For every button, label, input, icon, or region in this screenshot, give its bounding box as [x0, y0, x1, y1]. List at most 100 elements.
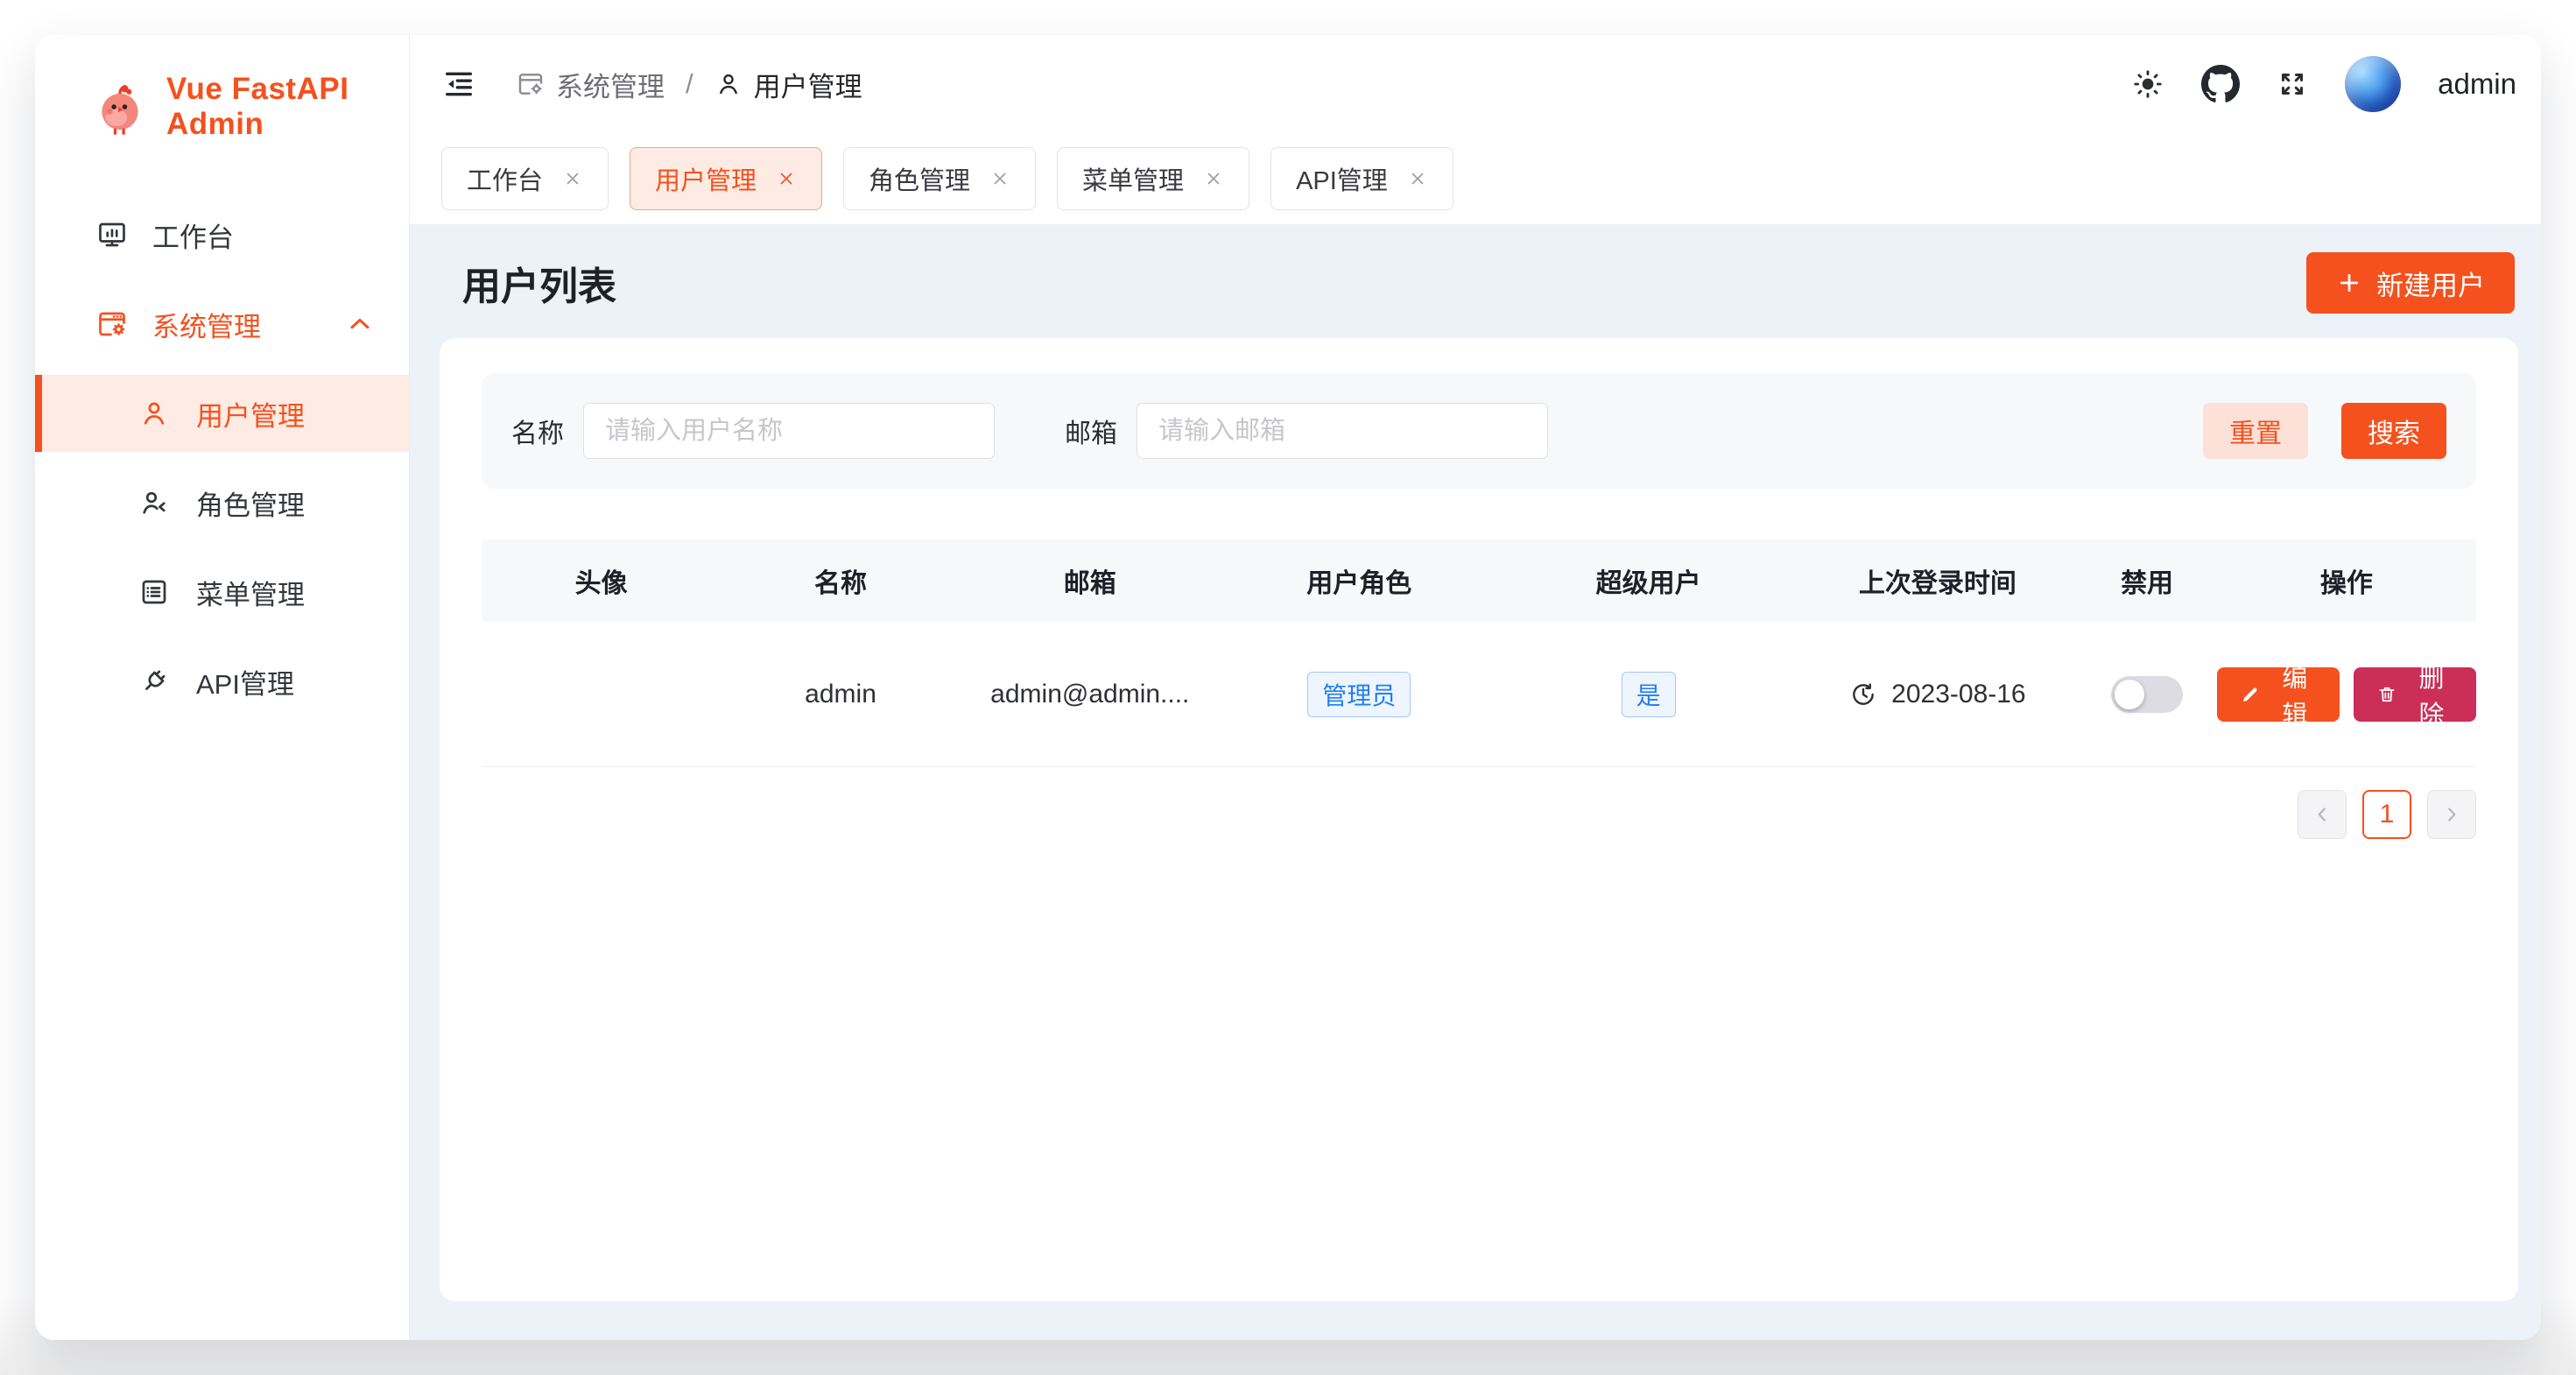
- table-header-row: 头像 名称 邮箱 用户角色 超级用户 上次登录时间 禁用 操作: [482, 539, 2476, 622]
- tab-label: 角色管理: [869, 160, 970, 197]
- user-list-card: 名称 邮箱 重置 搜索 头像 名称 邮箱 用户角色 超级用户: [440, 338, 2518, 1301]
- tab-label: 用户管理: [655, 160, 757, 197]
- breadcrumb-item-user[interactable]: 用户管理: [714, 65, 862, 104]
- col-role: 用户角色: [1220, 561, 1499, 600]
- col-avatar: 头像: [482, 561, 721, 600]
- filter-bar: 名称 邮箱 重置 搜索: [482, 373, 2476, 489]
- table-row: admin admin@admin.... 管理员 是 2023-0: [482, 622, 2476, 767]
- user-icon: [138, 398, 170, 429]
- sidebar-item-system[interactable]: 系统管理: [35, 286, 409, 363]
- github-icon[interactable]: [2201, 65, 2240, 103]
- cell-disabled: [2077, 676, 2216, 713]
- role-icon: [138, 487, 170, 518]
- cell-actions: 编辑 删除: [2217, 667, 2476, 722]
- chevron-left-icon: [2311, 803, 2333, 826]
- col-superuser: 超级用户: [1499, 561, 1798, 600]
- topbar-actions: admin: [2131, 56, 2516, 112]
- close-icon: [776, 168, 797, 189]
- role-tag: 管理员: [1307, 672, 1411, 717]
- sidebar-item-label: 系统管理: [152, 305, 261, 344]
- superuser-tag: 是: [1622, 672, 1676, 717]
- col-email: 邮箱: [961, 561, 1220, 600]
- sidebar-collapse-icon[interactable]: [441, 67, 476, 102]
- pagination-page-1[interactable]: 1: [2362, 790, 2411, 839]
- sidebar-item-label: 菜单管理: [196, 573, 305, 612]
- trash-icon: [2376, 682, 2397, 707]
- user-avatar[interactable]: [2345, 56, 2401, 112]
- email-filter-input[interactable]: [1137, 403, 1548, 459]
- pagination-prev-button[interactable]: [2298, 790, 2347, 839]
- brand-title: Vue FastAPI Admin: [166, 72, 409, 142]
- delete-button[interactable]: 删除: [2354, 667, 2476, 722]
- col-last-login: 上次登录时间: [1798, 561, 2077, 600]
- edit-button-label: 编辑: [2273, 658, 2317, 731]
- tab-label: 工作台: [467, 160, 543, 197]
- cell-role: 管理员: [1220, 672, 1499, 717]
- close-icon: [1407, 168, 1428, 189]
- sidebar-item-label: 用户管理: [196, 394, 305, 434]
- cell-email: admin@admin....: [961, 680, 1220, 709]
- tab-menu-management[interactable]: 菜单管理: [1057, 147, 1249, 210]
- col-disabled: 禁用: [2077, 561, 2216, 600]
- sidebar-item-label: API管理: [196, 662, 294, 702]
- tab-user-management[interactable]: 用户管理: [630, 147, 822, 210]
- tab-label: 菜单管理: [1082, 160, 1184, 197]
- api-plug-icon: [138, 666, 170, 697]
- tab-workbench[interactable]: 工作台: [441, 147, 609, 210]
- search-button[interactable]: 搜索: [2341, 403, 2446, 459]
- brand[interactable]: Vue FastAPI Admin: [35, 35, 409, 142]
- name-filter-input[interactable]: [583, 403, 995, 459]
- cell-name: admin: [721, 680, 960, 709]
- tabs-bar: 工作台 用户管理 角色管理 菜单管理 API管理: [410, 133, 2541, 224]
- close-icon: [989, 168, 1010, 189]
- chick-logo-icon: [91, 78, 149, 136]
- new-user-button[interactable]: 新建用户: [2306, 252, 2515, 314]
- tab-role-management[interactable]: 角色管理: [843, 147, 1036, 210]
- email-filter-label: 邮箱: [1065, 412, 1117, 450]
- breadcrumb-item-system[interactable]: 系统管理: [517, 65, 665, 104]
- user-icon: [714, 70, 743, 98]
- tab-label: API管理: [1296, 160, 1388, 197]
- pagination-next-button[interactable]: [2427, 790, 2476, 839]
- cell-superuser: 是: [1499, 672, 1798, 717]
- last-login-value: 2023-08-16: [1891, 680, 2025, 709]
- page-title: 用户列表: [462, 255, 616, 311]
- reset-button[interactable]: 重置: [2203, 403, 2308, 459]
- cell-last-login: 2023-08-16: [1798, 680, 2077, 709]
- username[interactable]: admin: [2438, 67, 2516, 101]
- users-table: 头像 名称 邮箱 用户角色 超级用户 上次登录时间 禁用 操作 admin ad…: [482, 539, 2476, 767]
- sidebar-item-user-management[interactable]: 用户管理: [35, 375, 409, 452]
- system-settings-icon: [517, 70, 545, 98]
- sidebar-item-label: 角色管理: [196, 483, 305, 523]
- app-window: Vue FastAPI Admin 工作台 系统管理: [35, 35, 2541, 1340]
- edit-button[interactable]: 编辑: [2217, 667, 2340, 722]
- sidebar-item-workbench[interactable]: 工作台: [35, 196, 409, 273]
- name-filter-label: 名称: [511, 412, 564, 450]
- pagination: 1: [482, 790, 2476, 839]
- breadcrumb-label: 用户管理: [754, 65, 862, 104]
- sidebar-menu: 工作台 系统管理 用户管理 角色管理: [35, 196, 409, 720]
- disabled-toggle[interactable]: [2111, 676, 2183, 713]
- col-name: 名称: [721, 561, 960, 600]
- new-user-button-label: 新建用户: [2376, 264, 2485, 303]
- close-icon: [562, 168, 583, 189]
- sidebar-item-role-management[interactable]: 角色管理: [35, 464, 409, 541]
- breadcrumb-label: 系统管理: [556, 65, 665, 104]
- col-actions: 操作: [2217, 561, 2476, 600]
- plus-icon: [2336, 270, 2362, 296]
- sidebar-item-api-management[interactable]: API管理: [35, 643, 409, 720]
- chevron-up-icon: [344, 308, 376, 340]
- main-area: 系统管理 / 用户管理: [410, 35, 2541, 1340]
- tab-api-management[interactable]: API管理: [1270, 147, 1453, 210]
- breadcrumb: 系统管理 / 用户管理: [517, 65, 862, 104]
- topbar: 系统管理 / 用户管理: [410, 35, 2541, 133]
- theme-sun-icon[interactable]: [2131, 67, 2164, 101]
- sidebar-item-menu-management[interactable]: 菜单管理: [35, 554, 409, 631]
- breadcrumb-separator: /: [686, 68, 693, 100]
- system-settings-icon: [96, 308, 128, 340]
- pencil-icon: [2240, 682, 2261, 707]
- chevron-right-icon: [2440, 803, 2463, 826]
- sidebar: Vue FastAPI Admin 工作台 系统管理: [35, 35, 410, 1340]
- close-icon: [1203, 168, 1224, 189]
- fullscreen-icon[interactable]: [2277, 68, 2308, 100]
